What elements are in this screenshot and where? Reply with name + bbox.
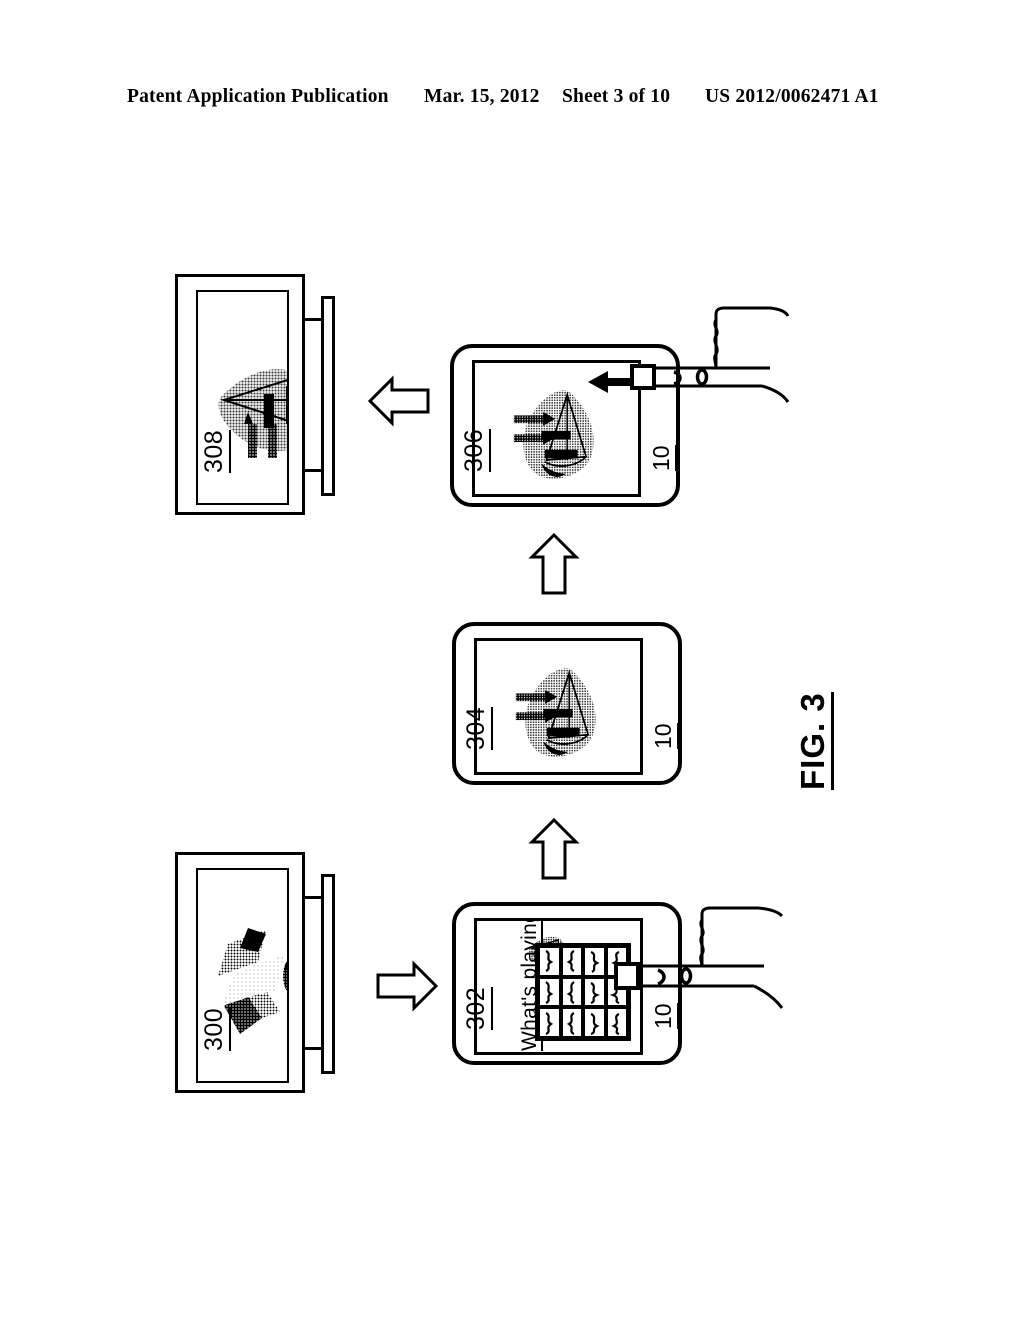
hand-pointing-306 [630, 300, 790, 420]
flow-arrow-left-top [368, 372, 430, 430]
tv-308-stand-base [321, 296, 335, 496]
flow-arrow-up-upper [525, 533, 583, 595]
list-item[interactable] [538, 1007, 561, 1038]
tablet-306-device-number: 10 [648, 445, 678, 471]
list-item[interactable] [560, 946, 583, 977]
tv-308-reference: 308 [200, 429, 231, 473]
tv-300-reference: 300 [200, 1007, 231, 1051]
tablet-304-device-number: 10 [650, 723, 680, 749]
tablet-306-reference: 306 [460, 428, 491, 472]
list-item[interactable] [538, 946, 561, 977]
list-item[interactable] [583, 1007, 606, 1038]
list-item[interactable] [538, 976, 561, 1008]
tablet-304-reference: 304 [462, 706, 493, 750]
figure-label: FIG. 3 [794, 692, 834, 790]
flow-arrow-right-bottom [376, 957, 438, 1015]
list-item[interactable] [560, 1007, 583, 1038]
tablet-302-reference: 302 [462, 986, 493, 1030]
list-item[interactable] [560, 976, 583, 1008]
tv-300-body: 300 [175, 852, 305, 1093]
header-date: Mar. 15, 2012 [424, 86, 540, 107]
tablet-304-screen[interactable] [474, 638, 643, 775]
photo-sailboat-tablet304 [503, 655, 613, 767]
flow-arrow-up-lower [525, 818, 583, 880]
header-sheet: Sheet 3 of 10 [562, 86, 671, 107]
tv-308-body: 308 [175, 274, 305, 515]
patent-header: Patent Application Publication Mar. 15, … [0, 86, 1024, 114]
list-item[interactable] [583, 976, 606, 1008]
hand-pointing-302 [614, 900, 784, 1030]
list-item[interactable] [583, 946, 606, 977]
header-publication: Patent Application Publication [127, 86, 389, 107]
tv-300-stand-base [321, 874, 335, 1074]
header-patent-number: US 2012/0062471 A1 [705, 86, 879, 107]
tablet-304[interactable]: 304 10 [452, 622, 682, 785]
